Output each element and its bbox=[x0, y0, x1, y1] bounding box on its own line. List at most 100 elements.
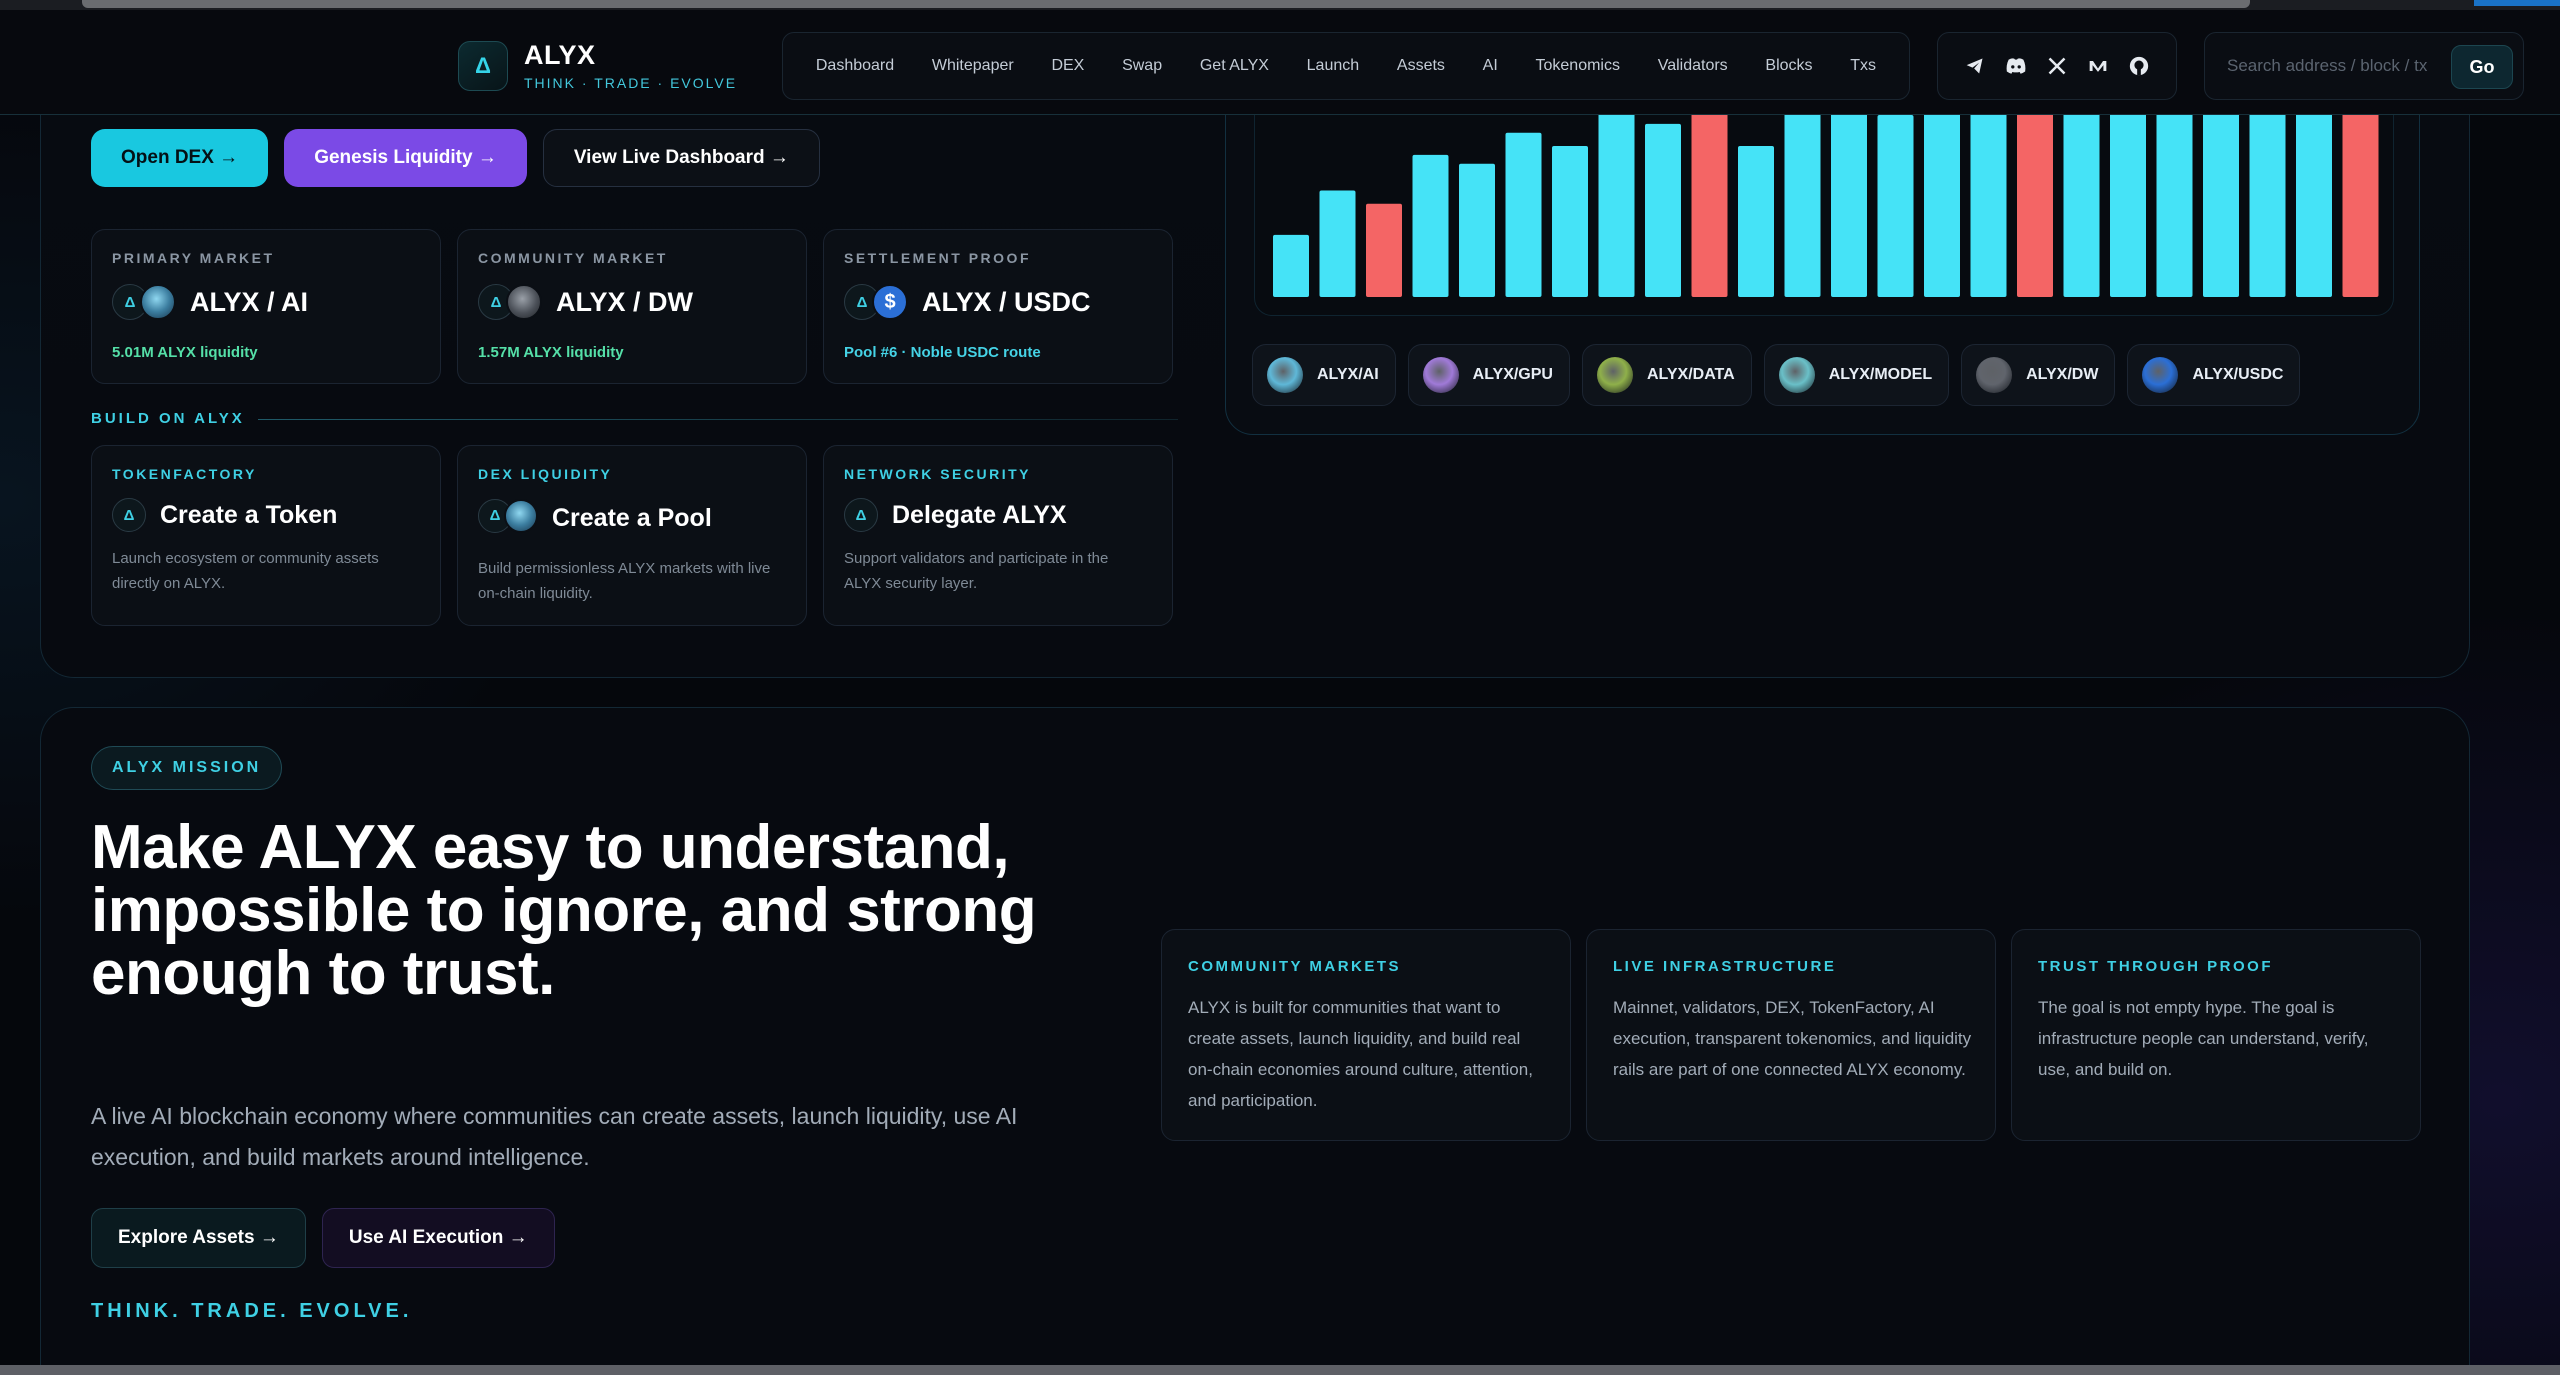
build-on-alyx-label: BUILD ON ALYX bbox=[91, 410, 245, 427]
liquidity-text: 1.57M ALYX liquidity bbox=[478, 344, 624, 361]
nav-link-dex[interactable]: DEX bbox=[1051, 57, 1084, 75]
nav-link-ai[interactable]: AI bbox=[1483, 57, 1498, 75]
build-card-title: Delegate ALYX bbox=[892, 500, 1067, 529]
create-pool-card[interactable]: DEX LIQUIDITY Δ Create a Pool Build perm… bbox=[457, 445, 807, 626]
telegram-icon[interactable] bbox=[1963, 54, 1987, 78]
nav-link-whitepaper[interactable]: Whitepaper bbox=[932, 57, 1014, 75]
chart-bar bbox=[1784, 110, 1821, 297]
info-card-body: Mainnet, validators, DEX, TokenFactory, … bbox=[1613, 998, 1972, 1079]
nav-link-tokenomics[interactable]: Tokenomics bbox=[1536, 57, 1620, 75]
market-card-label: COMMUNITY MARKET bbox=[478, 250, 668, 266]
community-markets-card: COMMUNITY MARKETS ALYX is built for comm… bbox=[1161, 929, 1571, 1141]
pair-chip-alyx-model[interactable]: ALYX/MODEL bbox=[1763, 344, 1950, 406]
dw-coin-icon bbox=[506, 284, 542, 320]
pair-chip-row: ALYX/AI ALYX/GPU ALYX/DATA ALYX/MODEL ALYX/D… bbox=[1252, 344, 2301, 406]
go-button[interactable]: Go bbox=[2451, 45, 2513, 89]
mission-tagline: THINK. TRADE. EVOLVE. bbox=[91, 1300, 413, 1322]
pair: Δ ALYX / AI bbox=[112, 284, 308, 320]
chart-bar bbox=[1319, 190, 1356, 297]
nav-links: Dashboard Whitepaper DEX Swap Get ALYX L… bbox=[782, 32, 1910, 100]
build-card-label: NETWORK SECURITY bbox=[844, 466, 1031, 482]
brand-tagline: THINK · TRADE · EVOLVE bbox=[524, 75, 738, 91]
use-ai-execution-button[interactable]: Use AI Execution → bbox=[321, 1208, 555, 1268]
pair-name: ALYX / DW bbox=[556, 286, 694, 317]
market-card-alyx-usdc[interactable]: SETTLEMENT PROOF Δ $ ALYX / USDC Pool #6… bbox=[823, 229, 1173, 384]
liquidity-text: 5.01M ALYX liquidity bbox=[112, 344, 258, 361]
alyx-coin-icon: Δ bbox=[844, 498, 878, 532]
build-card-label: DEX LIQUIDITY bbox=[478, 466, 613, 482]
chart-bar bbox=[1924, 83, 1960, 297]
pair-chip-alyx-data[interactable]: ALYX/DATA bbox=[1581, 344, 1752, 406]
pair-chip-alyx-ai[interactable]: ALYX/AI bbox=[1252, 344, 1396, 406]
nav-link-swap[interactable]: Swap bbox=[1122, 57, 1162, 75]
chart-bar bbox=[1505, 132, 1542, 297]
genesis-liquidity-button[interactable]: Genesis Liquidity → bbox=[284, 129, 527, 187]
pool-route-text: Pool #6 · Noble USDC route bbox=[844, 344, 1041, 361]
info-card-body: The goal is not empty hype. The goal is … bbox=[2038, 998, 2369, 1079]
chip-label: ALYX/DW bbox=[2026, 366, 2099, 383]
github-icon[interactable] bbox=[2127, 54, 2151, 78]
open-dex-button[interactable]: Open DEX → bbox=[91, 129, 269, 187]
build-card-label: TOKENFACTORY bbox=[112, 466, 257, 482]
browser-accent bbox=[2474, 0, 2560, 6]
build-card-title: Create a Pool bbox=[552, 504, 712, 532]
build-card-title: Create a Token bbox=[160, 500, 338, 529]
coin-icon bbox=[1976, 357, 2013, 393]
medium-icon[interactable] bbox=[2086, 54, 2110, 78]
pair: Δ ALYX / DW bbox=[478, 284, 693, 320]
pair: Δ $ ALYX / USDC bbox=[844, 284, 1091, 320]
build-card-desc: Launch ecosystem or community assets dir… bbox=[112, 550, 379, 592]
chart-bar bbox=[1412, 154, 1449, 297]
coin-icon bbox=[1267, 357, 1303, 393]
mission-button-row: Explore Assets → Use AI Execution → bbox=[91, 1208, 555, 1268]
coin-icon bbox=[1778, 357, 1815, 393]
chip-label: ALYX/MODEL bbox=[1828, 366, 1933, 383]
usdc-coin-icon: $ bbox=[872, 284, 908, 320]
hero-button-row: Open DEX → Genesis Liquidity → View Live… bbox=[91, 129, 820, 187]
pair-chip-alyx-dw[interactable]: ALYX/DW bbox=[1961, 344, 2116, 406]
pair-name: ALYX / USDC bbox=[922, 286, 1091, 317]
nav-link-assets[interactable]: Assets bbox=[1397, 57, 1445, 75]
chip-label: ALYX/AI bbox=[1317, 366, 1379, 383]
browser-top-bar bbox=[0, 0, 2560, 10]
pair-name: ALYX / AI bbox=[190, 286, 309, 317]
chart-bar bbox=[1691, 92, 1728, 297]
info-card-title: TRUST THROUGH PROOF bbox=[2038, 958, 2273, 975]
top-nav: Δ ALYX THINK · TRADE · EVOLVE Dashboard … bbox=[0, 10, 2560, 115]
browser-bottom-bar bbox=[0, 1365, 2560, 1375]
coin-icon bbox=[2142, 357, 2179, 393]
market-card-alyx-ai[interactable]: PRIMARY MARKET Δ ALYX / AI 5.01M ALYX li… bbox=[91, 229, 441, 384]
pair-chip-alyx-gpu[interactable]: ALYX/GPU bbox=[1407, 344, 1570, 406]
chart-bar bbox=[1738, 146, 1774, 297]
x-icon[interactable] bbox=[2045, 54, 2069, 78]
pair-chip-alyx-usdc[interactable]: ALYX/USDC bbox=[2127, 344, 2301, 406]
alyx-logo-icon: Δ bbox=[458, 40, 508, 91]
brand-logo[interactable]: Δ ALYX THINK · TRADE · EVOLVE bbox=[458, 40, 737, 91]
discord-icon[interactable] bbox=[2004, 54, 2028, 78]
delegate-alyx-card[interactable]: NETWORK SECURITY Δ Delegate ALYX Support… bbox=[823, 445, 1173, 626]
build-card-heading: Δ Create a Token bbox=[112, 498, 337, 532]
section-divider bbox=[258, 419, 1178, 420]
market-card-alyx-dw[interactable]: COMMUNITY MARKET Δ ALYX / DW 1.57M ALYX … bbox=[457, 229, 807, 384]
chip-label: ALYX/USDC bbox=[2192, 366, 2284, 383]
market-card-label: PRIMARY MARKET bbox=[112, 250, 275, 266]
nav-link-launch[interactable]: Launch bbox=[1307, 57, 1360, 75]
create-token-card[interactable]: TOKENFACTORY Δ Create a Token Launch eco… bbox=[91, 445, 441, 626]
price-chart-panel: ALYX/AI ALYX/GPU ALYX/DATA ALYX/MODEL ALYX/D… bbox=[1225, 60, 2420, 435]
nav-link-validators[interactable]: Validators bbox=[1658, 57, 1728, 75]
mission-badge: ALYX MISSION bbox=[91, 746, 283, 790]
explore-assets-button[interactable]: Explore Assets → bbox=[91, 1208, 306, 1268]
market-card-label: SETTLEMENT PROOF bbox=[844, 250, 1031, 266]
nav-link-txs[interactable]: Txs bbox=[1850, 57, 1876, 75]
nav-link-dashboard[interactable]: Dashboard bbox=[816, 57, 894, 75]
coin-icon bbox=[1596, 357, 1633, 393]
chart-bar bbox=[1877, 114, 1914, 298]
ai-coin-icon bbox=[140, 284, 176, 320]
build-card-heading: Δ Delegate ALYX bbox=[844, 498, 1067, 532]
nav-link-blocks[interactable]: Blocks bbox=[1765, 57, 1812, 75]
nav-link-get-alyx[interactable]: Get ALYX bbox=[1200, 57, 1269, 75]
view-live-dashboard-button[interactable]: View Live Dashboard → bbox=[542, 129, 820, 187]
alyx-coin-icon: Δ bbox=[112, 498, 146, 532]
search-input[interactable] bbox=[2227, 56, 2447, 76]
mission-headline: Make ALYX easy to understand, impossible… bbox=[91, 813, 1037, 1008]
